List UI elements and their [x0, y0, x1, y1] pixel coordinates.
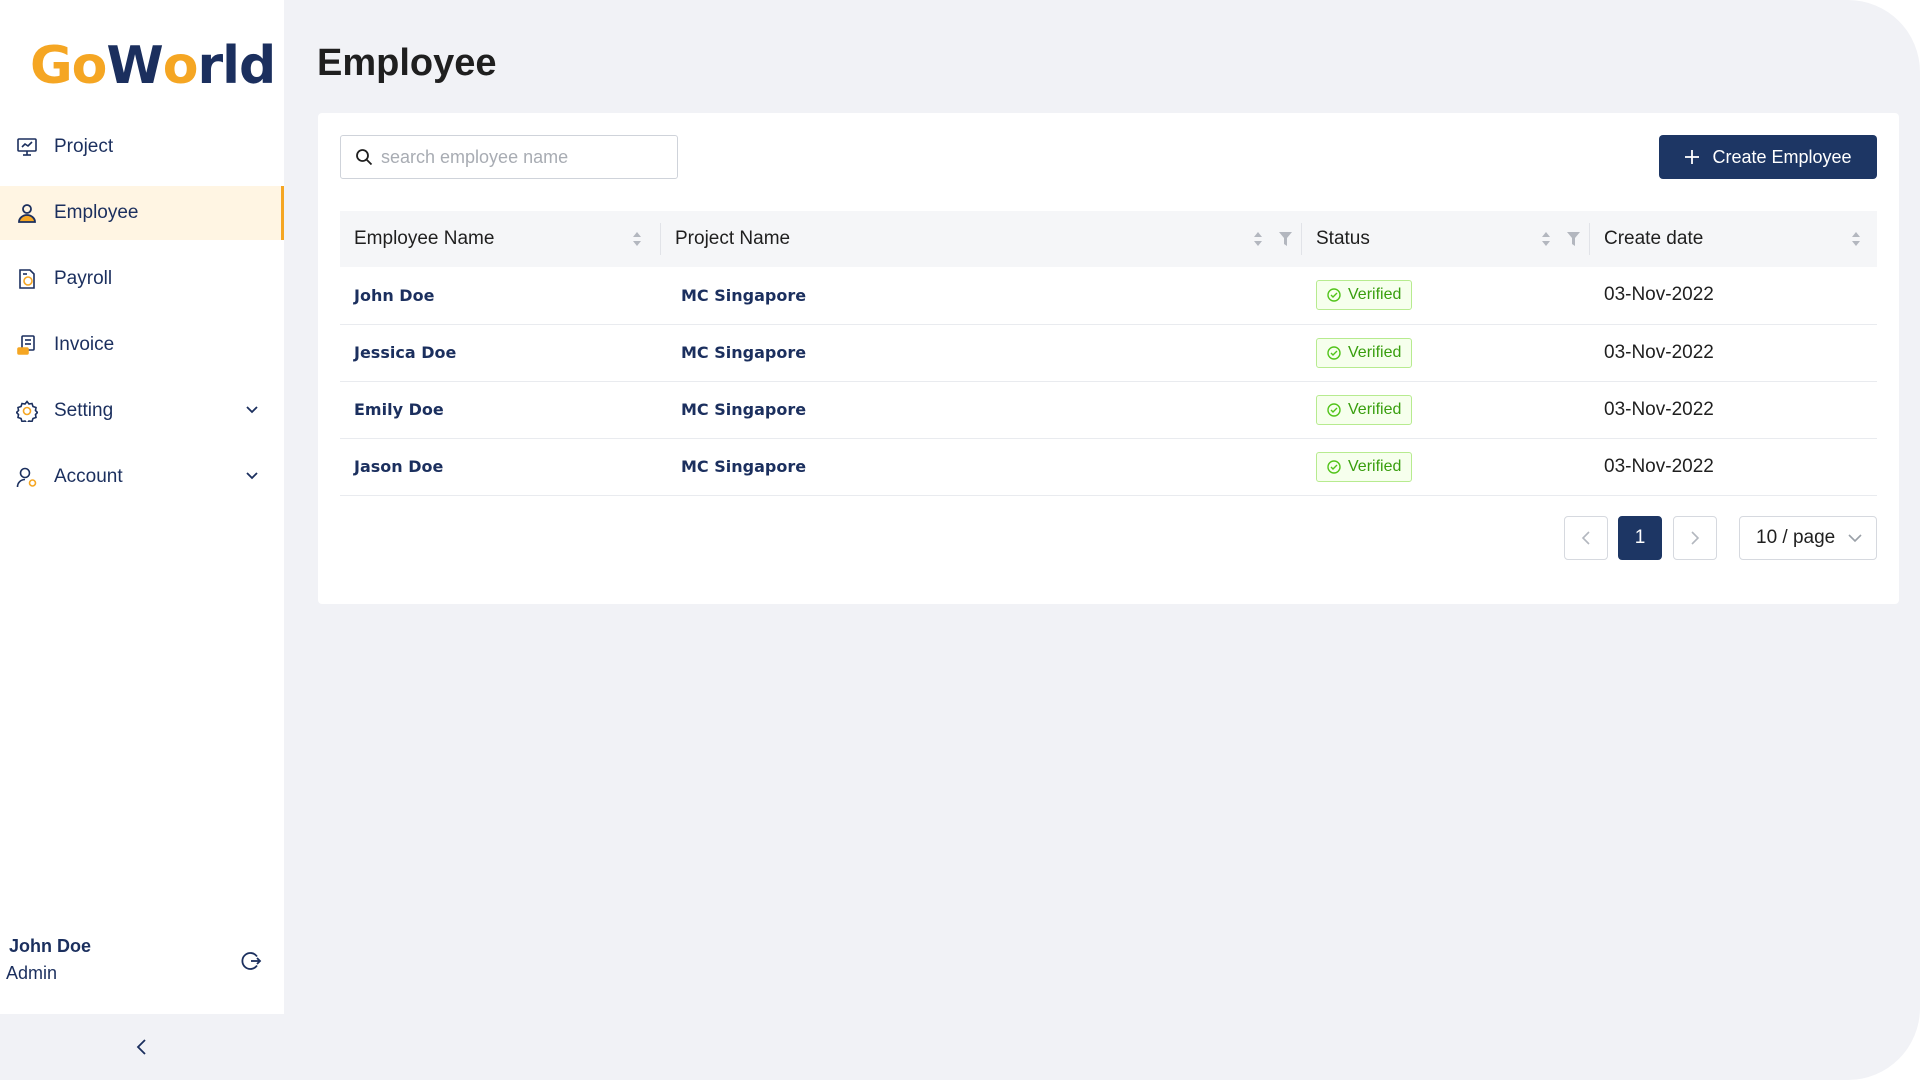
sidebar-item-label: Project: [54, 136, 114, 157]
collapse-sidebar-button[interactable]: [0, 1014, 284, 1080]
check-circle-icon: [1327, 288, 1341, 302]
app-frame: Go Wo rld Project Employee Payroll Invoi…: [0, 0, 1920, 1080]
search-box[interactable]: [340, 135, 678, 179]
employee-name-link[interactable]: John Doe: [340, 267, 661, 325]
create-date-cell: 03-Nov-2022: [1590, 381, 1877, 439]
search-input[interactable]: [381, 146, 671, 168]
sidebar-item-employee[interactable]: Employee: [0, 186, 284, 240]
sidebar-item-setting[interactable]: Setting: [0, 384, 284, 438]
column-header-project-name[interactable]: Project Name: [661, 211, 1302, 267]
sidebar-item-label: Employee: [54, 202, 139, 223]
create-date-cell: 03-Nov-2022: [1590, 324, 1877, 382]
sidebar-item-label: Account: [54, 466, 123, 487]
sidebar-item-account[interactable]: Account: [0, 450, 284, 504]
employee-name-link[interactable]: Jessica Doe: [340, 324, 661, 382]
payroll-document-icon: [16, 268, 38, 290]
project-name-link[interactable]: MC Singapore: [661, 267, 1302, 325]
status-badge: Verified: [1316, 451, 1413, 482]
sidebar-item-project[interactable]: Project: [0, 120, 284, 174]
chevron-left-icon: [1581, 531, 1590, 545]
create-date-cell: 03-Nov-2022: [1590, 438, 1877, 496]
status-cell: Verified: [1302, 324, 1590, 382]
page-title: Employee: [317, 42, 497, 84]
chevron-down-icon[interactable]: [244, 468, 260, 484]
user-name: John Doe: [9, 936, 92, 956]
project-name-link[interactable]: MC Singapore: [661, 381, 1302, 439]
table-row[interactable]: Emily Doe MC Singapore Verified 03-Nov-2…: [340, 381, 1877, 439]
column-header-status[interactable]: Status: [1302, 211, 1590, 267]
gear-icon: [16, 400, 38, 422]
column-header-employee-name[interactable]: Employee Name: [340, 211, 661, 267]
logout-icon[interactable]: [240, 950, 262, 972]
sidebar-item-label: Payroll: [54, 268, 113, 289]
sidebar-item-label: Setting: [54, 400, 114, 421]
search-icon: [356, 149, 373, 166]
project-name-link[interactable]: MC Singapore: [661, 438, 1302, 496]
chevron-down-icon[interactable]: [244, 402, 260, 418]
column-header-create-date[interactable]: Create date: [1590, 211, 1877, 267]
check-circle-icon: [1327, 402, 1341, 417]
sort-icon[interactable]: [1541, 230, 1551, 248]
project-name-link[interactable]: MC Singapore: [661, 324, 1302, 382]
employee-name-link[interactable]: Jason Doe: [340, 438, 661, 496]
check-circle-icon: [1327, 459, 1341, 474]
table-header-row: Employee Name Project Name Status Create…: [340, 211, 1877, 267]
user-role: Admin: [6, 963, 58, 983]
invoice-icon: [16, 334, 38, 356]
chevron-left-icon: [136, 1039, 146, 1055]
create-employee-button[interactable]: Create Employee: [1659, 135, 1877, 179]
sidebar: Go Wo rld Project Employee Payroll Invoi…: [0, 0, 284, 1080]
plus-icon: [1685, 150, 1700, 164]
filter-icon[interactable]: [1567, 232, 1580, 246]
sidebar-item-payroll[interactable]: Payroll: [0, 252, 284, 306]
employee-name-link[interactable]: Emily Doe: [340, 381, 661, 439]
chevron-down-icon: [1848, 534, 1862, 543]
create-date-cell: 03-Nov-2022: [1590, 267, 1877, 325]
employee-card: Create Employee Employee Name Project Na…: [318, 113, 1899, 604]
page-size-select[interactable]: 10 / page: [1739, 516, 1877, 560]
user-gear-icon: [16, 466, 38, 488]
sort-icon[interactable]: [632, 230, 642, 248]
sidebar-item-label: Invoice: [54, 334, 115, 355]
sidebar-item-invoice[interactable]: Invoice: [0, 318, 284, 372]
status-badge: Verified: [1316, 394, 1413, 425]
table-row[interactable]: John Doe MC Singapore Verified 03-Nov-20…: [340, 267, 1877, 325]
sidebar-nav: Project Employee Payroll Invoice Setting…: [0, 120, 284, 516]
status-badge: Verified: [1316, 280, 1413, 311]
employee-table: Employee Name Project Name Status Create…: [340, 211, 1877, 496]
goworld-logo[interactable]: Go Wo rld: [30, 36, 276, 96]
status-cell: Verified: [1302, 381, 1590, 439]
table-row[interactable]: Jessica Doe MC Singapore Verified 03-Nov…: [340, 324, 1877, 382]
current-user: John Doe Admin: [6, 936, 276, 984]
sort-icon[interactable]: [1851, 230, 1861, 248]
status-badge: Verified: [1316, 337, 1413, 368]
filter-icon[interactable]: [1279, 232, 1292, 246]
presentation-icon: [16, 136, 38, 158]
status-cell: Verified: [1302, 267, 1590, 325]
next-page-button[interactable]: [1673, 516, 1717, 560]
table-row[interactable]: Jason Doe MC Singapore Verified 03-Nov-2…: [340, 438, 1877, 496]
prev-page-button[interactable]: [1564, 516, 1608, 560]
person-icon: [16, 202, 38, 224]
check-circle-icon: [1327, 345, 1341, 360]
sort-icon[interactable]: [1253, 230, 1263, 248]
chevron-right-icon: [1691, 531, 1700, 545]
status-cell: Verified: [1302, 438, 1590, 496]
page-number-button[interactable]: 1: [1618, 516, 1662, 560]
